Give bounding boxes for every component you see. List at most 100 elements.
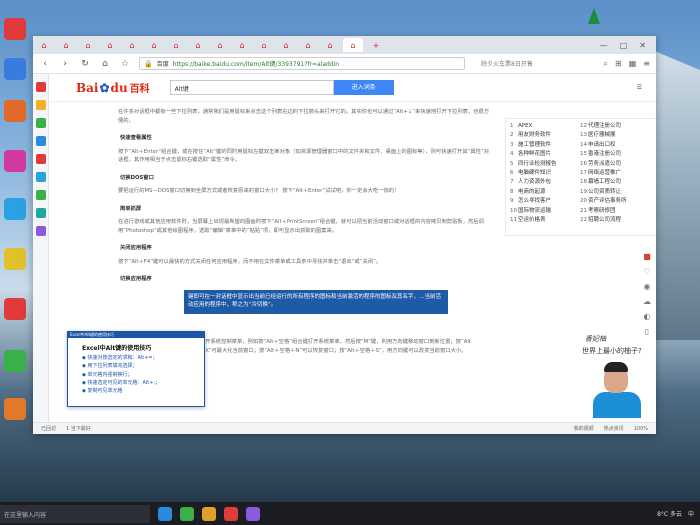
status-item[interactable]: 热点资讯 xyxy=(604,425,624,432)
taskbar-app-icon[interactable] xyxy=(246,506,260,521)
tab[interactable]: ⌂ xyxy=(211,38,229,52)
related-list-item[interactable]: 3 施工管理软件 xyxy=(510,141,580,149)
related-list-item[interactable]: 20资产评估事务所 xyxy=(580,197,650,205)
tab-active[interactable]: ⌂ xyxy=(343,38,363,52)
back-icon[interactable]: ‹ xyxy=(39,59,51,69)
related-list-item[interactable]: 18幕墙工程公司 xyxy=(580,178,650,186)
desktop-app-icon[interactable] xyxy=(4,350,26,372)
maximize-button[interactable]: □ xyxy=(620,41,628,50)
baike-search-input[interactable]: Alt键 xyxy=(169,80,334,95)
sidebar-app-icon[interactable] xyxy=(35,136,46,146)
desktop-app-icon[interactable] xyxy=(4,18,26,40)
home-icon[interactable]: ⌂ xyxy=(99,59,111,69)
related-list-item[interactable]: 22招聘公司流程 xyxy=(580,216,650,224)
item-number: 19 xyxy=(580,188,587,195)
menu-icon[interactable]: ☰ xyxy=(637,84,642,91)
related-list-item[interactable]: 21考察研修团 xyxy=(580,207,650,215)
tab[interactable]: ⌂ xyxy=(233,38,251,52)
recommend-text[interactable]: 除夕火车票8日开售 xyxy=(481,59,533,68)
related-list-item[interactable]: 4 各种鲜花图片 xyxy=(510,150,580,158)
related-list-item[interactable]: 1 APEX xyxy=(510,122,580,130)
related-list-item[interactable]: 5 同行业检测报告 xyxy=(510,160,580,168)
status-item[interactable]: 我的视频 xyxy=(574,425,594,432)
extension-icon[interactable]: ⊞ xyxy=(615,59,622,69)
related-list-item[interactable]: 13医疗器械展 xyxy=(580,131,650,139)
weibo-icon[interactable]: ◉ xyxy=(644,282,651,291)
taskbar-app-icon[interactable] xyxy=(180,506,194,521)
zoom-level[interactable]: 100% xyxy=(634,426,648,432)
item-label: 空运价格表 xyxy=(518,217,546,224)
sidebar-app-icon[interactable] xyxy=(35,190,46,200)
tab[interactable]: ⌂ xyxy=(321,38,339,52)
taskbar-search[interactable]: 在这里输入内容 xyxy=(0,504,150,523)
tab[interactable]: ⌂ xyxy=(277,38,295,52)
taskbar-app-icon[interactable] xyxy=(224,506,238,521)
related-list-item[interactable]: 8 电商的起源 xyxy=(510,188,580,196)
item-label: 人力资源外包 xyxy=(518,179,552,186)
desktop-app-icon[interactable] xyxy=(4,150,26,172)
tab[interactable]: ⌂ xyxy=(167,38,185,52)
video-popup[interactable]: Excel中Alt键的使用技巧 Excel中Alt键的使用技巧 快速对按选定的求… xyxy=(67,331,205,407)
tab[interactable]: ⌂ xyxy=(35,38,53,52)
related-list-item[interactable]: 17网络运营推广 xyxy=(580,169,650,177)
forward-icon[interactable]: › xyxy=(59,59,71,69)
new-tab-button[interactable]: + xyxy=(367,38,385,52)
sidebar-app-icon[interactable] xyxy=(35,154,46,164)
status-item[interactable]: 1 当下最好 xyxy=(66,425,91,432)
related-list-item[interactable]: 2 用友财务软件 xyxy=(510,131,580,139)
weather-text[interactable]: 8°C 多云 xyxy=(657,509,682,518)
desktop-app-icon[interactable] xyxy=(4,298,26,320)
tab[interactable]: ⌂ xyxy=(101,38,119,52)
tab[interactable]: ⌂ xyxy=(189,38,207,52)
item-label: 代理注册公司 xyxy=(588,123,622,129)
sidebar-app-icon[interactable] xyxy=(35,82,46,92)
tab[interactable]: ⌂ xyxy=(145,38,163,52)
baike-logo[interactable]: Bai ✿ du 百科 xyxy=(76,80,150,96)
tab[interactable]: ⌂ xyxy=(123,38,141,52)
desktop-app-icon[interactable] xyxy=(4,398,26,420)
item-number: 4 xyxy=(510,151,514,158)
minimize-button[interactable]: — xyxy=(600,41,608,50)
refresh-icon[interactable]: ↻ xyxy=(79,59,91,69)
tab[interactable]: ⌂ xyxy=(57,38,75,52)
url-text[interactable]: https://baike.baidu.com/item/Alt键/339379… xyxy=(173,59,339,68)
gift-icon[interactable]: ■ xyxy=(643,252,651,261)
desktop-app-icon[interactable] xyxy=(4,248,26,270)
tab[interactable]: ⌂ xyxy=(255,38,273,52)
enter-entry-button[interactable]: 进入词条 xyxy=(333,80,394,95)
desktop-app-icon[interactable] xyxy=(4,58,26,80)
related-list-item[interactable]: 15香港注册公司 xyxy=(580,150,650,158)
item-label: 香港注册公司 xyxy=(588,151,622,158)
tab[interactable]: ⌂ xyxy=(79,38,97,52)
related-list-item[interactable]: 6 电脑硬件知识 xyxy=(510,169,580,177)
grid-icon[interactable]: ▦ xyxy=(629,59,637,69)
like-icon[interactable]: ♡ xyxy=(643,267,650,276)
tab[interactable]: ⌂ xyxy=(299,38,317,52)
address-bar[interactable]: 🔒 百度 https://baike.baidu.com/item/Alt键/3… xyxy=(139,57,465,70)
related-list-item[interactable]: 7 人力资源外包 xyxy=(510,178,580,186)
desktop-app-icon[interactable] xyxy=(4,198,26,220)
related-list-item[interactable]: 9 怎么寻找客户 xyxy=(510,197,580,205)
ime-indicator[interactable]: 中 xyxy=(688,509,694,518)
sidebar-app-icon[interactable] xyxy=(35,118,46,128)
related-list-item[interactable]: 11空运价格表 xyxy=(510,216,580,224)
desktop-app-icon[interactable] xyxy=(4,100,26,122)
sidebar-app-icon[interactable] xyxy=(35,208,46,218)
related-list-item[interactable]: 14申请出口权 xyxy=(580,141,650,149)
close-button[interactable]: ✕ xyxy=(639,41,646,50)
taskbar-app-icon[interactable] xyxy=(158,506,172,521)
sidebar-app-icon[interactable] xyxy=(35,172,46,182)
related-list-item[interactable]: 19公司资质转让 xyxy=(580,188,650,196)
wechat-icon[interactable]: ☁ xyxy=(643,297,651,306)
taskbar-app-icon[interactable] xyxy=(202,506,216,521)
related-list-item[interactable]: 12代理注册公司 xyxy=(580,122,650,130)
bookmark-icon[interactable]: ☆ xyxy=(119,59,131,69)
menu-icon[interactable]: ≡ xyxy=(643,59,650,69)
sidebar-app-icon[interactable] xyxy=(35,226,46,236)
related-list-item[interactable]: 10国际物流运输 xyxy=(510,207,580,215)
search-icon[interactable]: ⌕ xyxy=(604,59,608,69)
taskbar: 在这里输入内容 8°C 多云 中 xyxy=(0,502,700,525)
related-list-item[interactable]: 16劳务派遣公司 xyxy=(580,160,650,168)
sidebar-app-icon[interactable] xyxy=(35,100,46,110)
status-item[interactable]: 已回访 xyxy=(41,425,56,432)
